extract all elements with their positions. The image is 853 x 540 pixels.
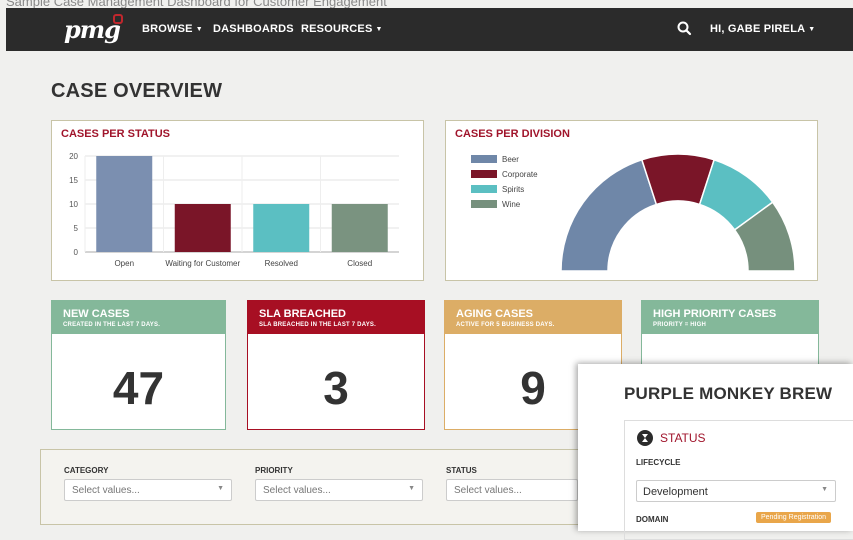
sla-breached-card[interactable]: SLA BREACHED SLA BREACHED IN THE LAST 7 … [247, 300, 425, 430]
chevron-down-icon: ▼ [808, 26, 816, 33]
legend-swatch [471, 155, 497, 163]
status-heading: STATUS [660, 431, 706, 445]
legend-swatch [471, 185, 497, 193]
bar-waiting-for-customer[interactable] [174, 204, 231, 252]
hourglass-icon [637, 430, 653, 446]
chevron-down-icon: ▼ [408, 485, 415, 492]
aging-cases-subtitle: ACTIVE FOR 5 BUSINESS DAYS. [456, 322, 555, 328]
x-tick-label: Open [114, 259, 134, 268]
status-label: STATUS [446, 466, 477, 475]
slice-beer[interactable] [560, 158, 658, 272]
cases-per-status-card: CASES PER STATUS 0 5 10 15 20 Open Waiting for… [51, 120, 424, 281]
new-cases-value: 47 [112, 362, 165, 414]
sla-breached-subtitle: SLA BREACHED IN THE LAST 7 DAYS. [259, 322, 376, 328]
status-placeholder: Select values... [454, 485, 522, 496]
new-cases-header: NEW CASES CREATED IN THE LAST 7 DAYS. [52, 301, 225, 334]
new-cases-card[interactable]: NEW CASES CREATED IN THE LAST 7 DAYS. 47 [51, 300, 226, 430]
x-tick-label: Resolved [265, 259, 298, 268]
sla-breached-header: SLA BREACHED SLA BREACHED IN THE LAST 7 … [248, 301, 424, 334]
sla-breached-title: SLA BREACHED [259, 308, 346, 320]
aging-cases-header: AGING CASES ACTIVE FOR 5 BUSINESS DAYS. [445, 301, 621, 334]
bar-open[interactable] [96, 156, 153, 252]
priority-placeholder: Select values... [263, 485, 331, 496]
new-cases-title: NEW CASES [63, 308, 130, 320]
chevron-down-icon: ▼ [217, 485, 224, 492]
lifecycle-select[interactable]: Development ▼ [636, 480, 836, 502]
x-tick-label: Waiting for Customer [165, 259, 240, 268]
sla-breached-value: 3 [323, 362, 349, 414]
aging-cases-title: AGING CASES [456, 308, 534, 320]
status-select[interactable]: Select values... [446, 479, 578, 501]
category-placeholder: Select values... [72, 485, 140, 496]
nav-dashboards[interactable]: DASHBOARDS [213, 23, 294, 35]
cases-per-division-chart: Beer Corporate Spirits Wine [471, 153, 796, 272]
new-cases-subtitle: CREATED IN THE LAST 7 DAYS. [63, 322, 161, 328]
lifecycle-value: Development [643, 486, 708, 498]
domain-status-badge: Pending Registration [756, 512, 831, 523]
y-tick-label: 0 [74, 248, 79, 257]
pmg-logo[interactable]: pmg [64, 15, 121, 44]
lifecycle-label: LIFECYCLE [636, 458, 681, 467]
nav-resources[interactable]: RESOURCES ▼ [301, 23, 383, 35]
y-tick-label: 15 [69, 176, 78, 185]
y-tick-label: 20 [69, 152, 78, 161]
high-priority-subtitle: PRIORITY = HIGH [653, 322, 707, 328]
legend-label-wine: Wine [502, 200, 521, 209]
chevron-down-icon: ▼ [821, 486, 828, 493]
nav-resources-label: RESOURCES [301, 23, 373, 35]
category-select[interactable]: Select values... ▼ [64, 479, 232, 501]
bar-closed[interactable] [331, 204, 388, 252]
search-icon[interactable] [676, 20, 692, 38]
y-tick-label: 10 [69, 200, 78, 209]
legend-swatch [471, 200, 497, 208]
high-priority-title: HIGH PRIORITY CASES [653, 308, 777, 320]
legend-label-corporate: Corporate [502, 170, 538, 179]
nav-browse[interactable]: BROWSE ▼ [142, 23, 203, 35]
nav-browse-label: BROWSE [142, 23, 193, 35]
user-menu[interactable]: HI, GABE PIRELA ▼ [710, 23, 815, 35]
priority-label: PRIORITY [255, 466, 293, 475]
cases-per-status-chart: 0 5 10 15 20 Open Waiting for Customer Resolved… [69, 152, 399, 268]
brand-title: PURPLE MONKEY BREW [624, 384, 833, 403]
x-tick-label: Closed [347, 259, 372, 268]
legend-swatch [471, 170, 497, 178]
brand-detail-panel: PURPLE MONKEY BREW STATUS LIFECYCLE Deve… [578, 364, 853, 540]
domain-label: DOMAIN [636, 515, 669, 524]
chevron-down-icon: ▼ [195, 26, 203, 33]
logo-mark-icon [113, 14, 123, 24]
top-nav-bar: pmg BROWSE ▼ DASHBOARDS RESOURCES ▼ HI, GA… [6, 8, 853, 51]
legend-label-beer: Beer [502, 155, 519, 164]
page-title: CASE OVERVIEW [51, 80, 223, 102]
bar-resolved[interactable] [253, 204, 310, 252]
user-greeting: HI, GABE PIRELA [710, 23, 806, 35]
priority-select[interactable]: Select values... ▼ [255, 479, 423, 501]
category-label: CATEGORY [64, 466, 109, 475]
chevron-down-icon: ▼ [375, 26, 383, 33]
y-tick-label: 5 [74, 224, 79, 233]
high-priority-header: HIGH PRIORITY CASES PRIORITY = HIGH [642, 301, 818, 334]
legend-label-spirits: Spirits [502, 185, 524, 194]
cases-per-division-card: CASES PER DIVISION Beer Corporate Spirits W… [445, 120, 818, 281]
